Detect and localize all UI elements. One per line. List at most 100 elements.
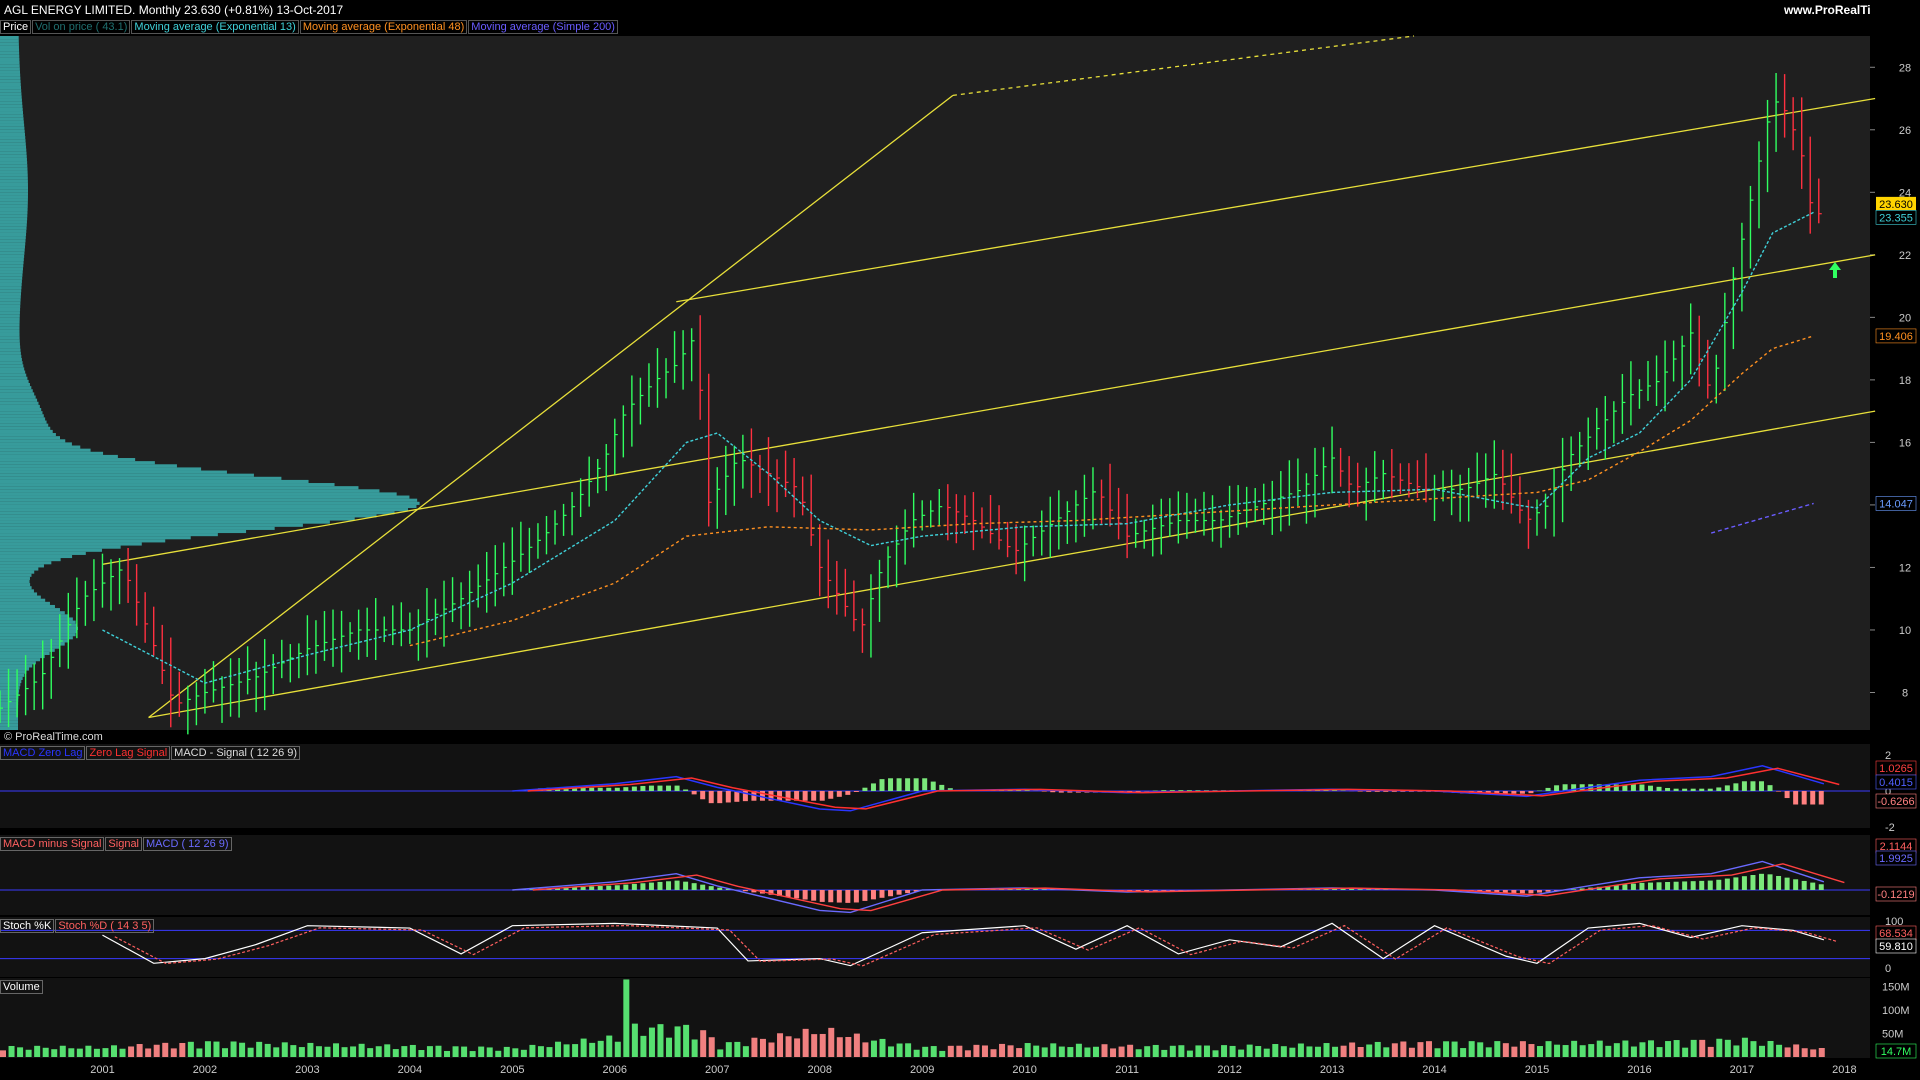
volume-profile-bar xyxy=(0,429,53,434)
volume-profile-bar xyxy=(0,595,41,599)
volume-bar xyxy=(896,1043,903,1057)
volume-profile-bar xyxy=(0,161,28,165)
macd-hist-bar xyxy=(1528,890,1534,894)
volume-bar xyxy=(298,1047,305,1057)
volume-bar xyxy=(34,1045,41,1057)
volume-bar xyxy=(1656,1047,1663,1057)
volume-legend-item-0[interactable]: Volume xyxy=(0,980,43,994)
volume-profile-bar xyxy=(0,314,20,318)
macd-legend-item-1[interactable]: Signal xyxy=(105,837,142,851)
year-label-2002: 2002 xyxy=(193,1064,217,1076)
volume-bar xyxy=(759,1038,766,1057)
volume-profile-bar xyxy=(0,670,27,674)
volume-profile-bar xyxy=(0,554,73,559)
volume-bar xyxy=(1494,1041,1501,1057)
price-tick-label: 22 xyxy=(1899,250,1911,262)
volume-bar xyxy=(1058,1046,1065,1057)
volume-bar xyxy=(42,1047,49,1057)
macd-hist-bar xyxy=(674,880,680,890)
volume-profile-bar xyxy=(0,129,25,133)
volume-bar xyxy=(1127,1044,1134,1057)
volume-profile-bar xyxy=(0,136,26,140)
macd-hist-bar xyxy=(1536,890,1542,893)
volume-bar xyxy=(1536,1046,1543,1057)
volume-profile-bar xyxy=(0,120,24,124)
volume-bar xyxy=(1016,1048,1023,1057)
volume-profile-bar xyxy=(0,548,102,552)
macd-hist-bar xyxy=(1545,890,1551,892)
volume-profile-bar xyxy=(0,636,73,640)
macd-zl-hist-bar xyxy=(674,785,680,791)
volume-bar xyxy=(947,1045,954,1057)
volume-profile-bar xyxy=(0,39,19,43)
volume-profile-bar xyxy=(0,276,23,280)
volume-profile-bar xyxy=(0,395,36,399)
volume-profile-bar xyxy=(0,633,76,637)
macd-zl-hist-bar xyxy=(1041,791,1047,792)
volume-profile-bar xyxy=(0,617,73,621)
macd-zl-hist-bar xyxy=(1647,785,1653,791)
volume-profile-bar xyxy=(0,223,27,227)
macd-zl-legend-item-2[interactable]: MACD - Signal ( 12 26 9) xyxy=(171,746,301,760)
volume-bar xyxy=(1767,1040,1774,1057)
volume-profile-bar xyxy=(0,373,27,377)
stoch-legend-item-1[interactable]: Stoch %D ( 14 3 5) xyxy=(55,919,155,933)
volume-profile-bar xyxy=(0,195,28,199)
macd-zl-hist-bar xyxy=(1357,791,1363,792)
macd-hist-bar xyxy=(648,882,654,890)
volume-bar xyxy=(708,1037,715,1057)
macd-hist-bar xyxy=(640,883,646,890)
volume-bar xyxy=(1289,1047,1296,1057)
volume-profile-bar xyxy=(0,479,309,484)
volume-bar xyxy=(828,1027,835,1057)
volume-bar xyxy=(597,1040,604,1057)
price-tick-label: 16 xyxy=(1899,437,1911,449)
macd-hist-bar xyxy=(1784,877,1790,890)
volume-profile-bar xyxy=(0,126,25,130)
volume-profile-bar xyxy=(0,620,76,624)
volume-bar xyxy=(785,1036,792,1057)
volume-bar xyxy=(1776,1044,1783,1057)
macd-zl-hist-bar xyxy=(1776,791,1782,792)
macd-hist-bar xyxy=(657,881,663,890)
macd-zl-hist-bar xyxy=(683,789,689,791)
volume-bar xyxy=(1391,1043,1398,1057)
volume-profile-bar xyxy=(0,304,21,308)
volume-bar xyxy=(1622,1040,1629,1057)
volume-profile-bar xyxy=(0,342,20,346)
volume-profile-bar xyxy=(0,61,20,65)
macd-hist-bar xyxy=(836,890,842,903)
macd-hist-bar xyxy=(845,890,851,903)
macd-legend-item-0[interactable]: MACD minus Signal xyxy=(0,837,105,851)
macd-zl-hist-bar xyxy=(862,787,868,791)
volume-profile-bar xyxy=(0,626,79,630)
volume-bar xyxy=(418,1050,425,1057)
volume-profile-bar xyxy=(0,498,418,502)
stoch-legend-item-0[interactable]: Stoch %K xyxy=(0,919,55,933)
volume-profile-bar xyxy=(0,104,23,108)
volume-profile-bar xyxy=(0,117,24,121)
macd-zl-legend-item-0[interactable]: MACD Zero Lag xyxy=(0,746,86,760)
macd-hist-bar xyxy=(742,890,748,892)
volume-profile-bar xyxy=(0,623,78,627)
volume-bar xyxy=(213,1041,220,1057)
macd-hist-bar xyxy=(811,890,817,901)
chart-canvas[interactable]: 8101214161820222426282001200220032004200… xyxy=(0,0,1920,1080)
volume-bar xyxy=(777,1033,784,1057)
volume-profile-bar xyxy=(0,98,22,102)
volume-bar xyxy=(59,1045,66,1057)
volume-profile-bar xyxy=(0,311,20,315)
volume-bar xyxy=(1818,1047,1825,1057)
macd-legend-item-2[interactable]: MACD ( 12 26 9) xyxy=(143,837,232,851)
macd-zl-hist-bar xyxy=(1178,790,1184,791)
macd-zl-hist-bar xyxy=(1818,791,1824,805)
volume-bar xyxy=(666,1037,673,1057)
volume-bar xyxy=(1408,1047,1415,1057)
macd-zl-legend-item-1[interactable]: Zero Lag Signal xyxy=(86,746,171,760)
volume-bar xyxy=(290,1045,297,1057)
macd-zl-hist-bar xyxy=(1366,791,1372,792)
volume-profile-bar xyxy=(0,148,27,152)
volume-bar xyxy=(1511,1046,1518,1057)
volume-bar xyxy=(1784,1047,1791,1057)
volume-profile-bar xyxy=(0,82,21,87)
